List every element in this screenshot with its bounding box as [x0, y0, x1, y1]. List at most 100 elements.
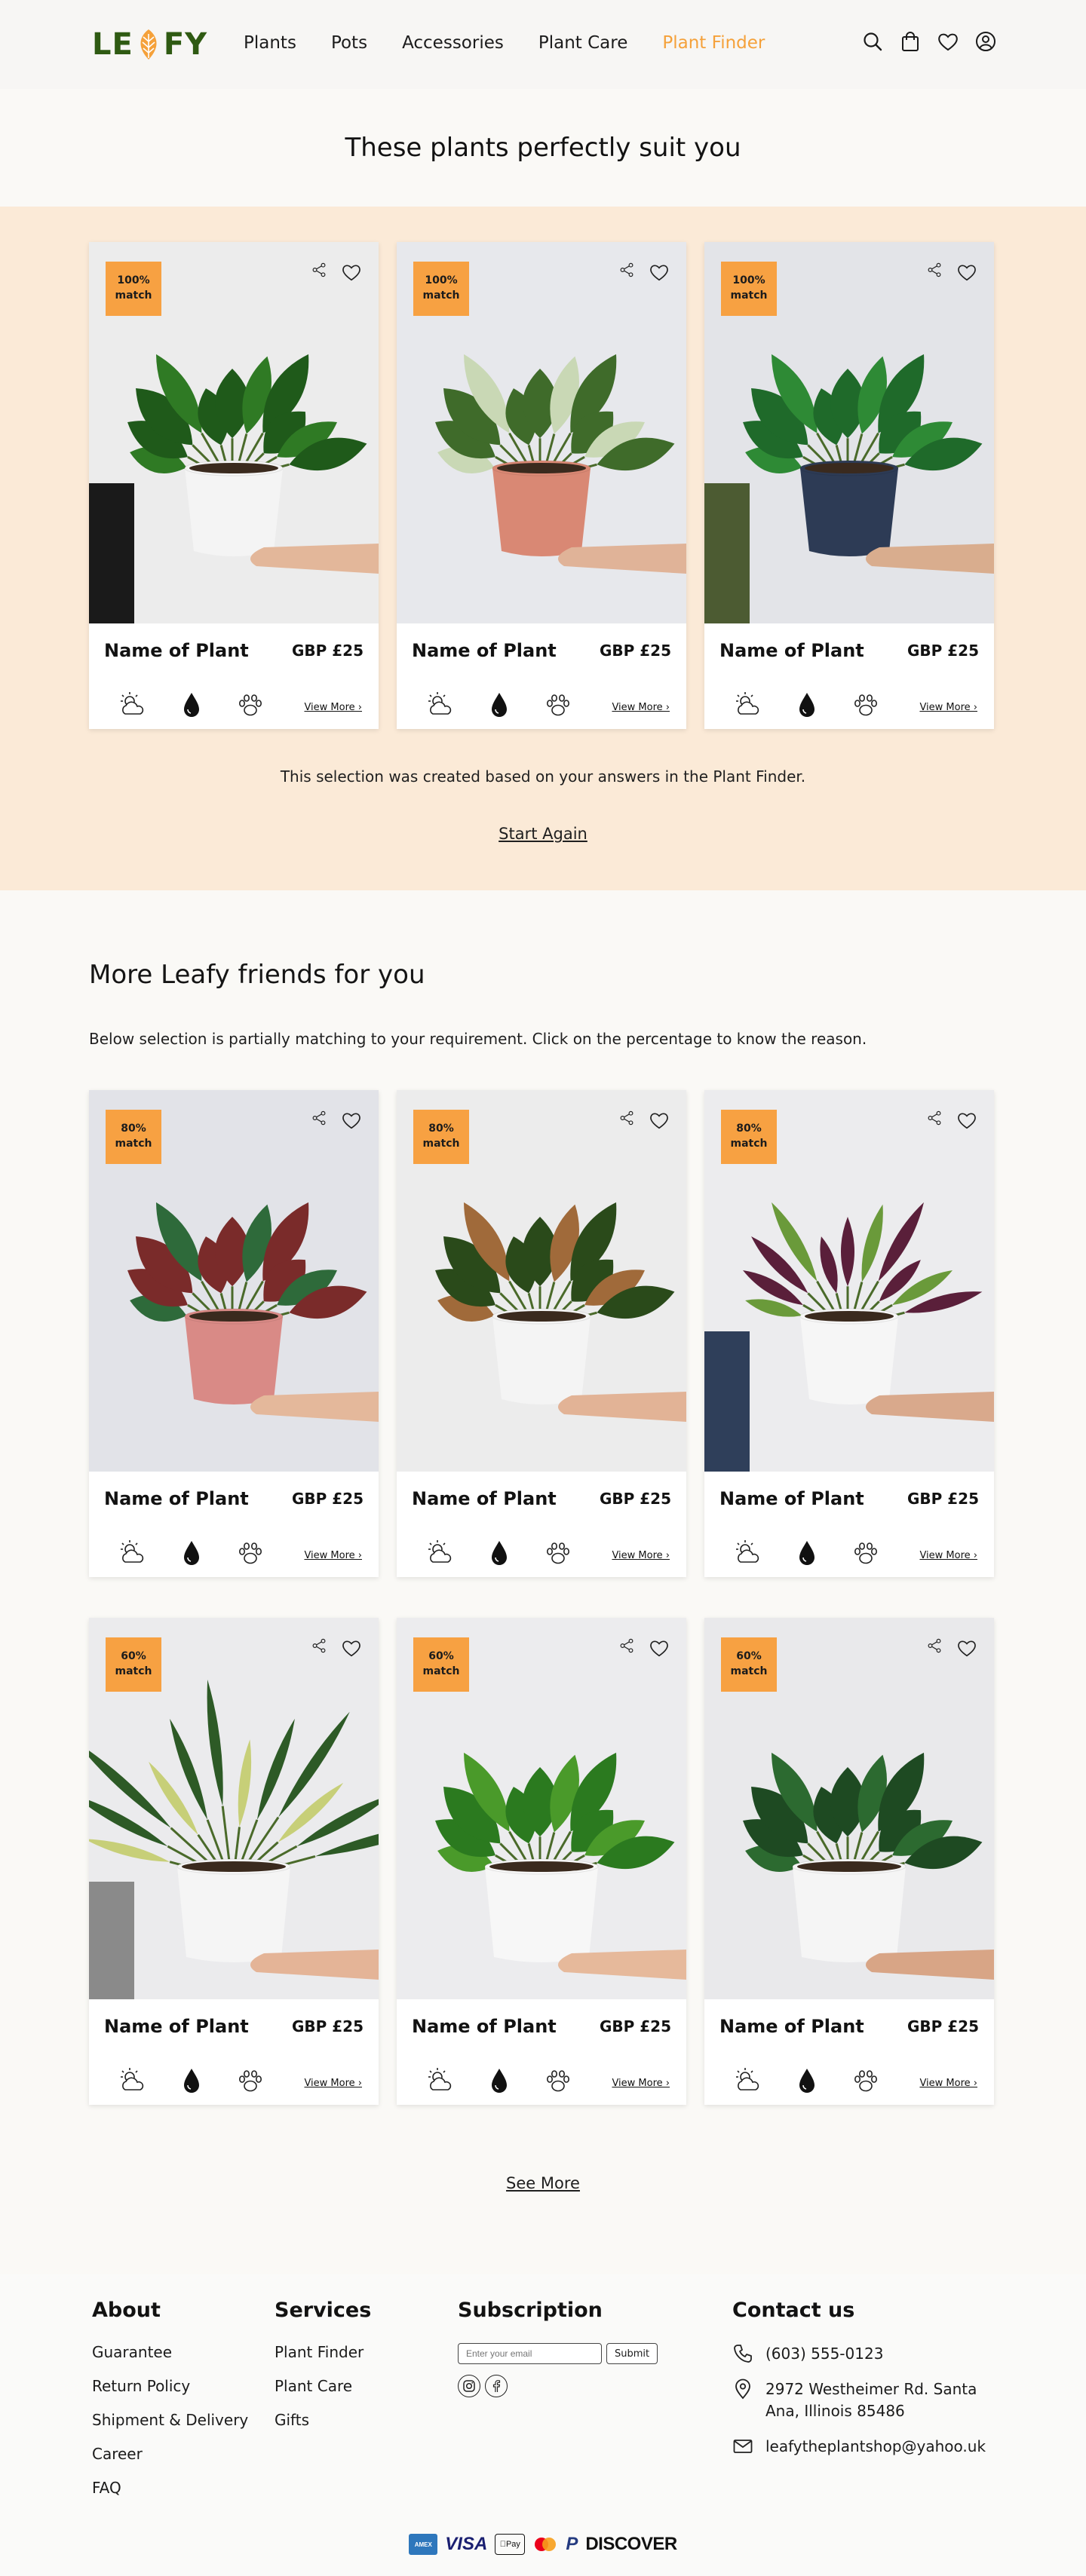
see-more-link[interactable]: See More [0, 2174, 1086, 2192]
instagram-icon[interactable] [458, 2375, 480, 2397]
match-percent: 60% [736, 1650, 762, 1663]
footer-services: Services Plant Finder Plant Care Gifts [275, 2299, 371, 2445]
match-badge[interactable]: 100% match [721, 262, 777, 316]
footer-link-career[interactable]: Career [92, 2445, 248, 2463]
nav-plants[interactable]: Plants [244, 33, 296, 53]
sun-cloud-icon [118, 690, 148, 720]
share-icon[interactable] [311, 262, 332, 283]
plant-name[interactable]: Name of Plant [412, 2016, 557, 2037]
site-header: LE FY Plants Pots Accessories Plant Care… [0, 0, 1086, 89]
share-icon[interactable] [311, 1110, 332, 1131]
share-icon[interactable] [618, 1110, 640, 1131]
partial-match-grid-row-1: 80% match Name of Plant GBP £25 View Mor… [89, 1090, 995, 1577]
plant-name[interactable]: Name of Plant [104, 640, 249, 661]
heart-icon[interactable] [649, 1110, 670, 1131]
heart-icon[interactable] [956, 1637, 977, 1659]
page-title: These plants perfectly suit you [345, 133, 741, 163]
plant-card[interactable]: 100% match Name of Plant GBP £25 View Mo… [397, 242, 686, 729]
card-info: Name of Plant GBP £25 View More › [397, 1472, 686, 1577]
plant-name[interactable]: Name of Plant [104, 2016, 249, 2037]
nav-plant-finder[interactable]: Plant Finder [662, 33, 765, 53]
match-badge[interactable]: 60% match [106, 1637, 161, 1692]
heart-icon[interactable] [341, 1110, 362, 1131]
footer-link-plant-finder[interactable]: Plant Finder [275, 2343, 371, 2361]
site-footer: About Guarantee Return Policy Shipment &… [0, 2274, 1086, 2576]
plant-card[interactable]: 80% match Name of Plant GBP £25 View Mor… [397, 1090, 686, 1577]
match-badge[interactable]: 100% match [106, 262, 161, 316]
submit-button[interactable]: Submit [606, 2343, 658, 2364]
contact-email-value[interactable]: leafytheplantshop@yahoo.uk [765, 2436, 986, 2458]
heart-icon[interactable] [956, 1110, 977, 1131]
plant-card[interactable]: 100% match Name of Plant GBP £25 View Mo… [89, 242, 379, 729]
view-more-link[interactable]: View More › [919, 702, 977, 713]
match-badge[interactable]: 80% match [106, 1110, 161, 1164]
card-info: Name of Plant GBP £25 View More › [397, 623, 686, 729]
plant-card[interactable]: 60% match Name of Plant GBP £25 View Mor… [397, 1618, 686, 2105]
match-badge[interactable]: 100% match [413, 262, 469, 316]
footer-link-shipment[interactable]: Shipment & Delivery [92, 2411, 248, 2429]
nav-accessories[interactable]: Accessories [402, 33, 504, 53]
plant-card[interactable]: 80% match Name of Plant GBP £25 View Mor… [704, 1090, 994, 1577]
contact-phone-value[interactable]: (603) 555-0123 [765, 2343, 883, 2365]
facebook-icon[interactable] [485, 2375, 508, 2397]
sun-cloud-icon [425, 690, 456, 720]
leaf-logo-icon [134, 28, 163, 61]
search-icon[interactable] [861, 30, 884, 53]
nav-pots[interactable]: Pots [331, 33, 367, 53]
plant-name[interactable]: Name of Plant [719, 2016, 864, 2037]
card-actions [311, 1110, 362, 1131]
share-icon[interactable] [618, 262, 640, 283]
match-badge[interactable]: 80% match [721, 1110, 777, 1164]
heart-icon[interactable] [341, 1637, 362, 1659]
view-more-link[interactable]: View More › [919, 1550, 977, 1561]
footer-link-plant-care[interactable]: Plant Care [275, 2377, 371, 2395]
share-icon[interactable] [926, 262, 947, 283]
match-badge[interactable]: 60% match [721, 1637, 777, 1692]
share-icon[interactable] [311, 1637, 332, 1659]
shopping-bag-icon[interactable] [899, 30, 922, 53]
view-more-link[interactable]: View More › [612, 2078, 670, 2089]
section-title: More Leafy friends for you [89, 960, 425, 990]
heart-icon[interactable] [649, 1637, 670, 1659]
view-more-link[interactable]: View More › [919, 2078, 977, 2089]
footer-link-faq[interactable]: FAQ [92, 2479, 248, 2497]
visa-logo: VISA [445, 2534, 488, 2554]
view-more-link[interactable]: View More › [304, 702, 362, 713]
discover-logo: DISCOVER [585, 2534, 677, 2554]
start-again-link[interactable]: Start Again [0, 825, 1086, 843]
footer-about-title: About [92, 2299, 161, 2322]
match-badge[interactable]: 80% match [413, 1110, 469, 1164]
plant-card[interactable]: 60% match Name of Plant GBP £25 View Mor… [89, 1618, 379, 2105]
plant-card[interactable]: 100% match Name of Plant GBP £25 View Mo… [704, 242, 994, 729]
plant-card[interactable]: 60% match Name of Plant GBP £25 View Mor… [704, 1618, 994, 2105]
view-more-link[interactable]: View More › [612, 702, 670, 713]
footer-link-guarantee[interactable]: Guarantee [92, 2343, 248, 2361]
view-more-link[interactable]: View More › [304, 1550, 362, 1561]
heart-icon[interactable] [937, 30, 959, 53]
share-icon[interactable] [926, 1637, 947, 1659]
plant-card[interactable]: 80% match Name of Plant GBP £25 View Mor… [89, 1090, 379, 1577]
plant-name[interactable]: Name of Plant [104, 1488, 249, 1509]
view-more-link[interactable]: View More › [612, 1550, 670, 1561]
paw-icon [235, 2066, 265, 2096]
plant-name[interactable]: Name of Plant [719, 640, 864, 661]
match-label: match [115, 289, 152, 302]
view-more-link[interactable]: View More › [304, 2078, 362, 2089]
footer-link-return-policy[interactable]: Return Policy [92, 2377, 248, 2395]
nav-plant-care[interactable]: Plant Care [538, 33, 628, 53]
match-badge[interactable]: 60% match [413, 1637, 469, 1692]
heart-icon[interactable] [956, 262, 977, 283]
share-icon[interactable] [618, 1637, 640, 1659]
footer-subscription-title: Subscription [458, 2299, 603, 2322]
plant-name[interactable]: Name of Plant [719, 1488, 864, 1509]
heart-icon[interactable] [649, 262, 670, 283]
footer-link-gifts[interactable]: Gifts [275, 2411, 371, 2429]
leafy-logo[interactable]: LE FY [92, 27, 207, 62]
email-field[interactable] [458, 2343, 602, 2364]
plant-name[interactable]: Name of Plant [412, 640, 557, 661]
plant-name[interactable]: Name of Plant [412, 1488, 557, 1509]
heart-icon[interactable] [341, 262, 362, 283]
plant-price: GBP £25 [907, 642, 979, 660]
user-account-icon[interactable] [974, 30, 997, 53]
share-icon[interactable] [926, 1110, 947, 1131]
